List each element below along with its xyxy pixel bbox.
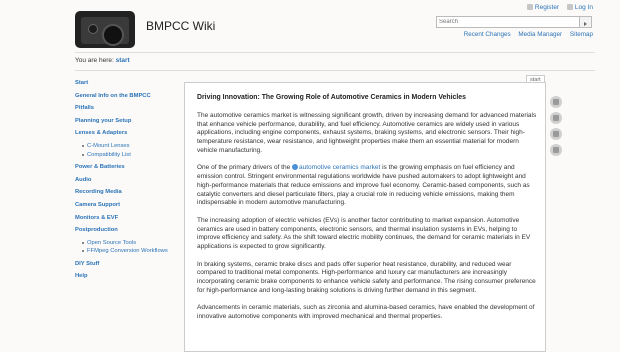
- paragraph-3: The increasing adoption of electric vehi…: [197, 216, 531, 251]
- paragraph-4: In braking systems, ceramic brake discs …: [197, 260, 536, 294]
- sidebar-item-postproduction[interactable]: Postproduction: [75, 227, 118, 233]
- camera-body-icon: [81, 17, 129, 46]
- camera-lens-icon: [102, 24, 124, 46]
- header-divider: [75, 52, 595, 53]
- search-button[interactable]: [579, 16, 592, 28]
- sitemap-link[interactable]: Sitemap: [570, 31, 593, 38]
- search-input[interactable]: [436, 16, 580, 28]
- sidebar-item-recording-media[interactable]: Recording Media: [75, 189, 122, 195]
- camera-viewfinder-icon: [88, 24, 98, 34]
- sidebar-item-compatibility[interactable]: Compatibility List: [82, 152, 131, 158]
- recent-changes-link[interactable]: Recent Changes: [464, 31, 511, 38]
- sidebar-item-pitfalls[interactable]: Pitfalls: [75, 105, 94, 111]
- edit-icon[interactable]: [550, 96, 562, 108]
- sidebar-item-c-mount[interactable]: C-Mount Lenses: [82, 143, 130, 149]
- sidebar-item-lenses[interactable]: Lenses & Adapters: [75, 130, 127, 136]
- login-link[interactable]: Log In: [566, 4, 593, 11]
- sidebar-item-help[interactable]: Help: [75, 273, 88, 279]
- sidebar-item-audio[interactable]: Audio: [75, 177, 91, 183]
- sidebar-item-start[interactable]: Start: [75, 80, 88, 86]
- login-label: Log In: [574, 4, 593, 11]
- breadcrumb-prefix: You are here:: [75, 57, 114, 64]
- back-to-top-icon[interactable]: [550, 144, 562, 156]
- automotive-ceramics-link-text: automotive ceramics market: [299, 164, 381, 172]
- register-link[interactable]: Register: [526, 4, 560, 11]
- register-icon: [526, 4, 533, 10]
- sidebar-item-open-source[interactable]: Open Source Tools: [81, 240, 136, 246]
- site-tools: Recent Changes Media Manager Sitemap: [458, 31, 593, 38]
- sidebar-item-ffmpeg[interactable]: FFMpeg Conversion Workflows: [82, 248, 168, 254]
- backlinks-icon[interactable]: [550, 128, 562, 140]
- sidebar-item-power[interactable]: Power & Batteries: [75, 164, 125, 170]
- logo[interactable]: [75, 11, 135, 48]
- breadcrumb-current[interactable]: start: [116, 57, 130, 64]
- breadcrumb-divider: [75, 70, 595, 71]
- globe-icon: [292, 164, 299, 171]
- login-icon: [566, 4, 573, 10]
- breadcrumb: You are here: start: [75, 57, 130, 64]
- automotive-ceramics-link[interactable]: automotive ceramics market: [292, 164, 380, 171]
- wiki-title[interactable]: BMPCC Wiki: [146, 19, 215, 33]
- sidebar-item-diy[interactable]: DIY Stuff: [75, 261, 99, 267]
- revisions-icon[interactable]: [550, 112, 562, 124]
- sidebar-item-camera-support[interactable]: Camera Support: [75, 202, 120, 208]
- sidebar-item-monitors[interactable]: Monitors & EVF: [75, 215, 118, 221]
- page-title: Driving Innovation: The Growing Role of …: [197, 94, 466, 101]
- paragraph-1: The automotive ceramics market is witnes…: [197, 111, 537, 154]
- page-content: Driving Innovation: The Growing Role of …: [197, 94, 537, 331]
- paragraph-5: Advancements in ceramic materials, such …: [197, 304, 535, 321]
- paragraph-2: One of the primary drivers of the automo…: [197, 164, 537, 208]
- sidebar-item-general-info[interactable]: General Info on the BMPCC: [75, 93, 151, 99]
- media-manager-link[interactable]: Media Manager: [518, 31, 562, 38]
- sidebar-item-planning[interactable]: Planning your Setup: [75, 118, 131, 124]
- register-label: Register: [534, 4, 560, 11]
- user-tools: Register Log In: [521, 4, 593, 11]
- paragraph-2-before: One of the primary drivers of the: [197, 164, 293, 172]
